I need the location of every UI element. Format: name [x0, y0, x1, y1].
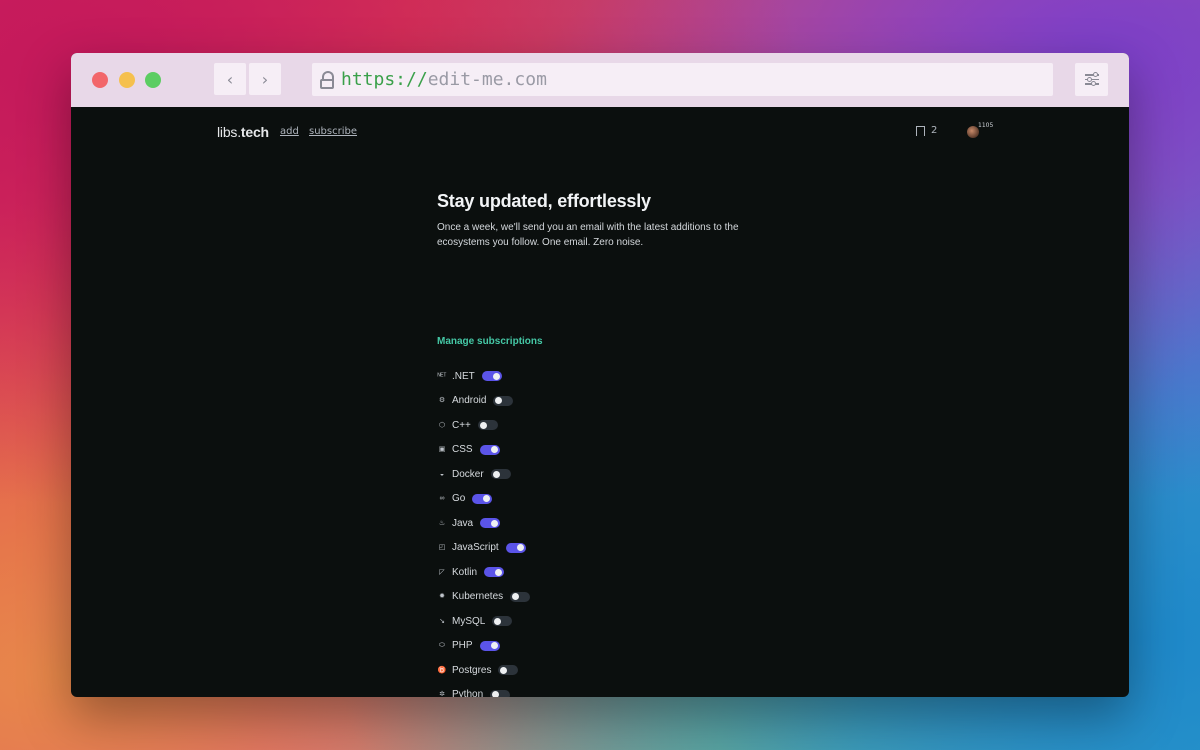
subscription-label: Java	[452, 517, 474, 529]
list-item: ♨ Java	[437, 511, 536, 536]
nav-add-link[interactable]: add	[280, 126, 299, 137]
nav-subscribe-link[interactable]: subscribe	[309, 126, 357, 137]
browser-settings-button[interactable]	[1075, 63, 1108, 96]
dotnet-icon: ᴺᴱᵀ	[437, 372, 447, 380]
list-item: ⚙ Android	[437, 389, 536, 414]
list-item: ✲ Python	[437, 683, 536, 697]
subscription-label: Kotlin	[452, 566, 478, 578]
php-icon: ⬭	[439, 642, 445, 650]
subscription-list: ᴺᴱᵀ .NET ⚙ Android ⬡ C++ ▣ CSS ◒ Docker ∞ Go ♨ Java ◰ J…	[437, 364, 536, 697]
list-item: ∞ Go	[437, 487, 536, 512]
browser-chrome: ‹ › https://edit-me.com	[71, 53, 1129, 107]
subscription-label: Python	[452, 689, 484, 697]
cplusplus-icon: ⬡	[438, 421, 446, 429]
subscription-toggle[interactable]	[484, 567, 505, 578]
minimize-window-button[interactable]	[119, 72, 135, 88]
subscription-label: MySQL	[452, 615, 486, 627]
css-icon: ▣	[438, 446, 446, 454]
subscription-label: Postgres	[452, 664, 492, 676]
subscription-toggle[interactable]	[480, 518, 501, 529]
subscription-toggle[interactable]	[477, 420, 498, 431]
java-icon: ♨	[438, 519, 446, 527]
list-item: ᴺᴱᵀ .NET	[437, 364, 536, 389]
javascript-icon: ◰	[438, 544, 446, 552]
bookmark-count: 2	[931, 125, 938, 136]
subscription-label: PHP	[452, 640, 473, 652]
subscription-label: Android	[452, 395, 487, 407]
go-icon: ∞	[439, 495, 445, 503]
site-logo[interactable]: libs.tech	[217, 124, 269, 140]
list-item: ✹ Kubernetes	[437, 585, 536, 610]
subscription-label: CSS	[452, 444, 473, 456]
subscription-toggle[interactable]	[481, 371, 502, 382]
subscription-toggle[interactable]	[505, 542, 526, 553]
back-button[interactable]: ‹	[214, 63, 246, 95]
browser-window: ‹ › https://edit-me.com libs.tech add su…	[71, 53, 1129, 697]
subscription-toggle[interactable]	[479, 444, 500, 455]
sliders-icon	[1084, 72, 1099, 77]
lock-icon	[320, 70, 334, 89]
subscription-toggle[interactable]	[479, 640, 500, 651]
subscription-toggle[interactable]	[472, 493, 493, 504]
page-content: libs.tech add subscribe 2 1105 Stay upda…	[71, 107, 1129, 697]
list-item: ◰ JavaScript	[437, 536, 536, 561]
page-description: Once a week, we'll send you an email wit…	[437, 222, 739, 248]
subscription-label: C++	[452, 419, 471, 431]
subscription-toggle[interactable]	[492, 616, 513, 627]
subscription-toggle[interactable]	[490, 469, 511, 480]
bookmark-icon	[916, 125, 925, 139]
subscribe-intro: Stay updated, effortlessly Once a week, …	[437, 191, 777, 250]
subscription-label: Go	[452, 493, 466, 505]
subscription-label: Docker	[452, 468, 484, 480]
list-item: ▣ CSS	[437, 438, 536, 463]
subscription-toggle[interactable]	[510, 591, 531, 602]
chevron-right-icon: ›	[261, 69, 269, 89]
forward-button[interactable]: ›	[249, 63, 281, 95]
subscription-label: JavaScript	[452, 542, 499, 554]
avatar-badge: 1105	[978, 122, 994, 129]
mysql-icon: ↘	[439, 617, 445, 625]
subscription-toggle[interactable]	[490, 689, 511, 697]
section-heading: Manage subscriptions	[437, 336, 543, 347]
url-scheme: https://	[341, 69, 428, 90]
chevron-left-icon: ‹	[226, 69, 234, 89]
postgres-icon: ♉	[437, 666, 447, 674]
kotlin-icon: ◸	[439, 568, 445, 576]
docker-icon: ◒	[439, 470, 445, 478]
kubernetes-icon: ✹	[439, 593, 445, 601]
list-item: ↘ MySQL	[437, 609, 536, 634]
bookmarks-button[interactable]: 2	[916, 125, 938, 139]
list-item: ⬭ PHP	[437, 634, 536, 659]
subscription-toggle[interactable]	[498, 665, 519, 676]
url-host: edit-me.com	[427, 69, 547, 90]
android-icon: ⚙	[438, 397, 446, 405]
page-title: Stay updated, effortlessly	[437, 191, 651, 211]
address-bar[interactable]: https://edit-me.com	[312, 63, 1053, 96]
list-item: ◸ Kotlin	[437, 560, 536, 585]
list-item: ◒ Docker	[437, 462, 536, 487]
subscription-label: Kubernetes	[452, 591, 504, 603]
python-icon: ✲	[439, 691, 445, 697]
list-item: ⬡ C++	[437, 413, 536, 438]
subscription-toggle[interactable]	[493, 395, 514, 406]
subscription-label: .NET	[452, 370, 475, 382]
list-item: ♉ Postgres	[437, 658, 536, 683]
close-window-button[interactable]	[92, 72, 108, 88]
maximize-window-button[interactable]	[145, 72, 161, 88]
